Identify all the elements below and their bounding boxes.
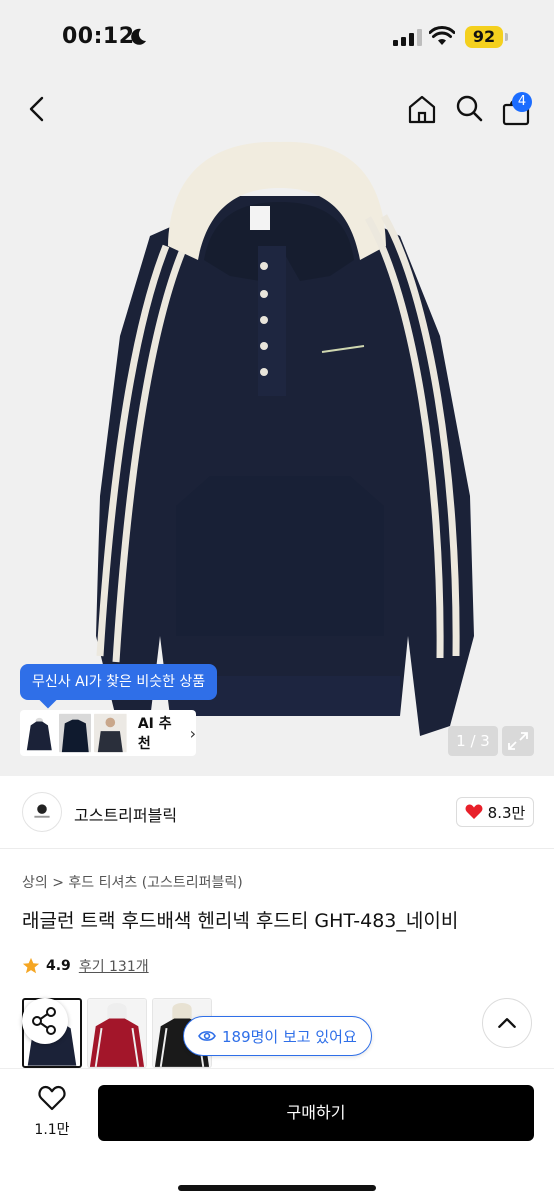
star-icon (22, 957, 40, 974)
wishlist-count: 1.1만 (34, 1122, 70, 1138)
divider (0, 848, 554, 849)
rating-score: 4.9 (46, 958, 71, 974)
wifi-icon (429, 26, 455, 45)
expand-icon[interactable] (502, 726, 534, 756)
product-image-gallery[interactable]: 4 무신사 AI가 찾은 비슷한 상품 AI 추천 › 1 / 3 (0, 76, 554, 776)
ai-thumbnail-2 (58, 713, 92, 753)
battery-indicator: 92 (465, 26, 503, 48)
rating-row[interactable]: 4.9 후기 131개 (22, 956, 149, 976)
status-bar: 00:12 92 (0, 0, 554, 76)
heart-filled-icon (465, 804, 483, 819)
heart-outline-icon[interactable] (38, 1085, 66, 1111)
buy-button[interactable]: 구매하기 (98, 1085, 534, 1141)
ai-similar-products-tooltip: 무신사 AI가 찾은 비슷한 상품 (20, 664, 218, 700)
color-swatch-red[interactable] (87, 998, 147, 1068)
battery-tip (505, 33, 508, 41)
brand-like-button[interactable]: 8.3만 (456, 797, 534, 827)
cellular-signal-icon (393, 28, 422, 46)
ai-recommend-label: AI 추천 (137, 716, 172, 752)
cart-count-badge: 4 (512, 92, 532, 112)
brand-name[interactable]: 고스트리퍼블릭 (74, 802, 177, 826)
back-icon[interactable] (22, 94, 52, 124)
share-icon[interactable] (22, 998, 68, 1044)
ai-thumbnail-3 (94, 713, 127, 753)
search-icon[interactable] (454, 93, 484, 123)
chevron-up-icon[interactable] (482, 998, 532, 1048)
product-title: 래글런 트랙 후드배색 헨리넥 후드티 GHT-483_네이비 (22, 910, 459, 932)
brand-like-count: 8.3만 (487, 803, 526, 822)
status-time: 00:12 (62, 24, 135, 49)
home-indicator (178, 1185, 376, 1191)
gallery-page-indicator: 1 / 3 (448, 726, 498, 756)
bottom-action-bar: 1.1만 구매하기 (0, 1068, 554, 1200)
home-icon[interactable] (406, 93, 438, 125)
viewer-count-text: 189명이 보고 있어요 (222, 1027, 357, 1046)
review-count-link[interactable]: 후기 131개 (79, 956, 149, 976)
moon-icon (131, 28, 146, 45)
viewer-count-badge: 189명이 보고 있어요 (183, 1016, 372, 1056)
brand-logo[interactable] (22, 792, 62, 832)
ai-recommend-button[interactable]: AI 추천 › (20, 710, 196, 756)
eye-icon (198, 1031, 216, 1041)
ai-thumbnail-1 (23, 713, 56, 753)
breadcrumb[interactable]: 상의 > 후드 티셔츠 (고스트리퍼블릭) (22, 872, 243, 892)
chevron-right-icon: › (189, 723, 197, 743)
